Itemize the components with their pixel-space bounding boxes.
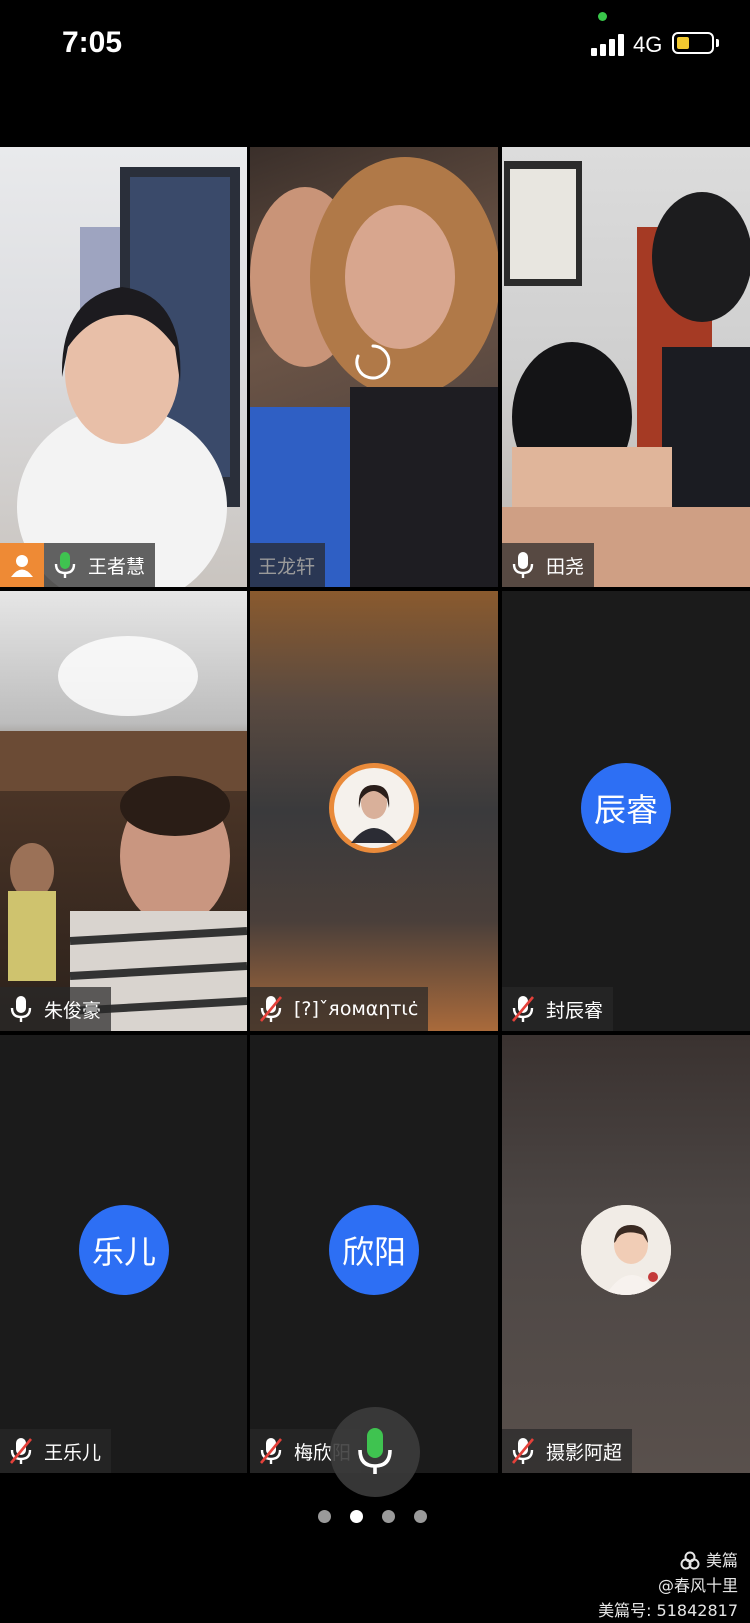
video-tile[interactable]: 乐儿 王乐儿 [0, 1035, 247, 1473]
microphone-icon [512, 552, 534, 578]
video-tile[interactable]: 朱俊豪 [0, 591, 247, 1031]
participant-name: 朱俊豪 [44, 999, 102, 1022]
video-tile[interactable]: 王者慧 [0, 147, 247, 587]
microphone-icon [10, 996, 32, 1022]
participant-name-tag: 封辰睿 [502, 987, 614, 1031]
participant-name-tag: 王者慧 [44, 543, 156, 587]
video-grid: 王者慧 王龙轩 田尧 朱俊豪 [?]ˇᴙᴏмαηтιċ 辰睿 封辰睿 乐儿 王乐… [0, 147, 750, 1473]
video-tile[interactable]: [?]ˇᴙᴏмαηтιċ [250, 591, 498, 1031]
participant-name-tag: 朱俊豪 [0, 987, 112, 1031]
page-dot[interactable] [382, 1510, 395, 1523]
host-badge-icon [0, 543, 44, 587]
participant-avatar [329, 763, 419, 853]
watermark-brand-text: 美篇 [705, 1551, 738, 1570]
watermark-id: 美篇号: 51842817 [598, 1601, 738, 1620]
video-feed [0, 591, 247, 1031]
spinner-icon [355, 344, 391, 380]
status-time: 7:05 [62, 26, 123, 59]
muted-microphone-icon [260, 1438, 282, 1464]
participant-avatar: 乐儿 [79, 1205, 169, 1295]
privacy-indicator-dot [598, 12, 607, 21]
participant-name: 王乐儿 [44, 1441, 102, 1464]
muted-microphone-icon [512, 1438, 534, 1464]
watermark-brand: 美篇 [598, 1548, 738, 1573]
participant-name-tag: 王乐儿 [0, 1429, 112, 1473]
battery-icon [672, 32, 714, 54]
network-type: 4G [633, 32, 663, 57]
participant-name: [?]ˇᴙᴏмαηтιċ [294, 998, 419, 1020]
page-indicator[interactable] [318, 1510, 427, 1523]
video-tile[interactable]: 辰睿 封辰睿 [502, 591, 750, 1031]
participant-name-tag: 王龙轩 [250, 543, 326, 587]
participant-name: 王者慧 [88, 555, 146, 578]
watermark-author: @春风十里 [657, 1576, 738, 1595]
muted-microphone-icon [10, 1438, 32, 1464]
page-dot[interactable] [414, 1510, 427, 1523]
video-tile[interactable]: 田尧 [502, 147, 750, 587]
participant-name: 王龙轩 [258, 555, 316, 578]
participant-name: 田尧 [546, 555, 585, 578]
video-tile[interactable]: 摄影阿超 [502, 1035, 750, 1473]
video-feed [502, 147, 750, 587]
participant-name: 封辰睿 [546, 999, 604, 1022]
participant-name-tag: 摄影阿超 [502, 1429, 633, 1473]
battery-tip [716, 39, 719, 47]
muted-microphone-icon [512, 996, 534, 1022]
watermark: 美篇 @春风十里 美篇号: 51842817 [598, 1548, 738, 1623]
video-feed [0, 147, 247, 587]
microphone-icon [358, 1428, 392, 1474]
page-dot[interactable] [318, 1510, 331, 1523]
participant-avatar: 辰睿 [581, 763, 671, 853]
status-bar: 7:05 4G [0, 0, 750, 90]
microphone-icon [54, 552, 76, 578]
mic-toggle-button[interactable] [330, 1407, 420, 1497]
page-dot-active[interactable] [350, 1510, 363, 1523]
participant-avatar: 欣阳 [329, 1205, 419, 1295]
participant-avatar [581, 1205, 671, 1295]
participant-name: 摄影阿超 [546, 1441, 623, 1464]
signal-icon [591, 32, 627, 56]
video-tile[interactable]: 王龙轩 [250, 147, 498, 587]
participant-name-tag: 田尧 [502, 543, 595, 587]
participant-name-tag: [?]ˇᴙᴏмαηтιċ [250, 987, 429, 1031]
brand-logo-icon [680, 1551, 700, 1569]
muted-microphone-icon [260, 996, 282, 1022]
